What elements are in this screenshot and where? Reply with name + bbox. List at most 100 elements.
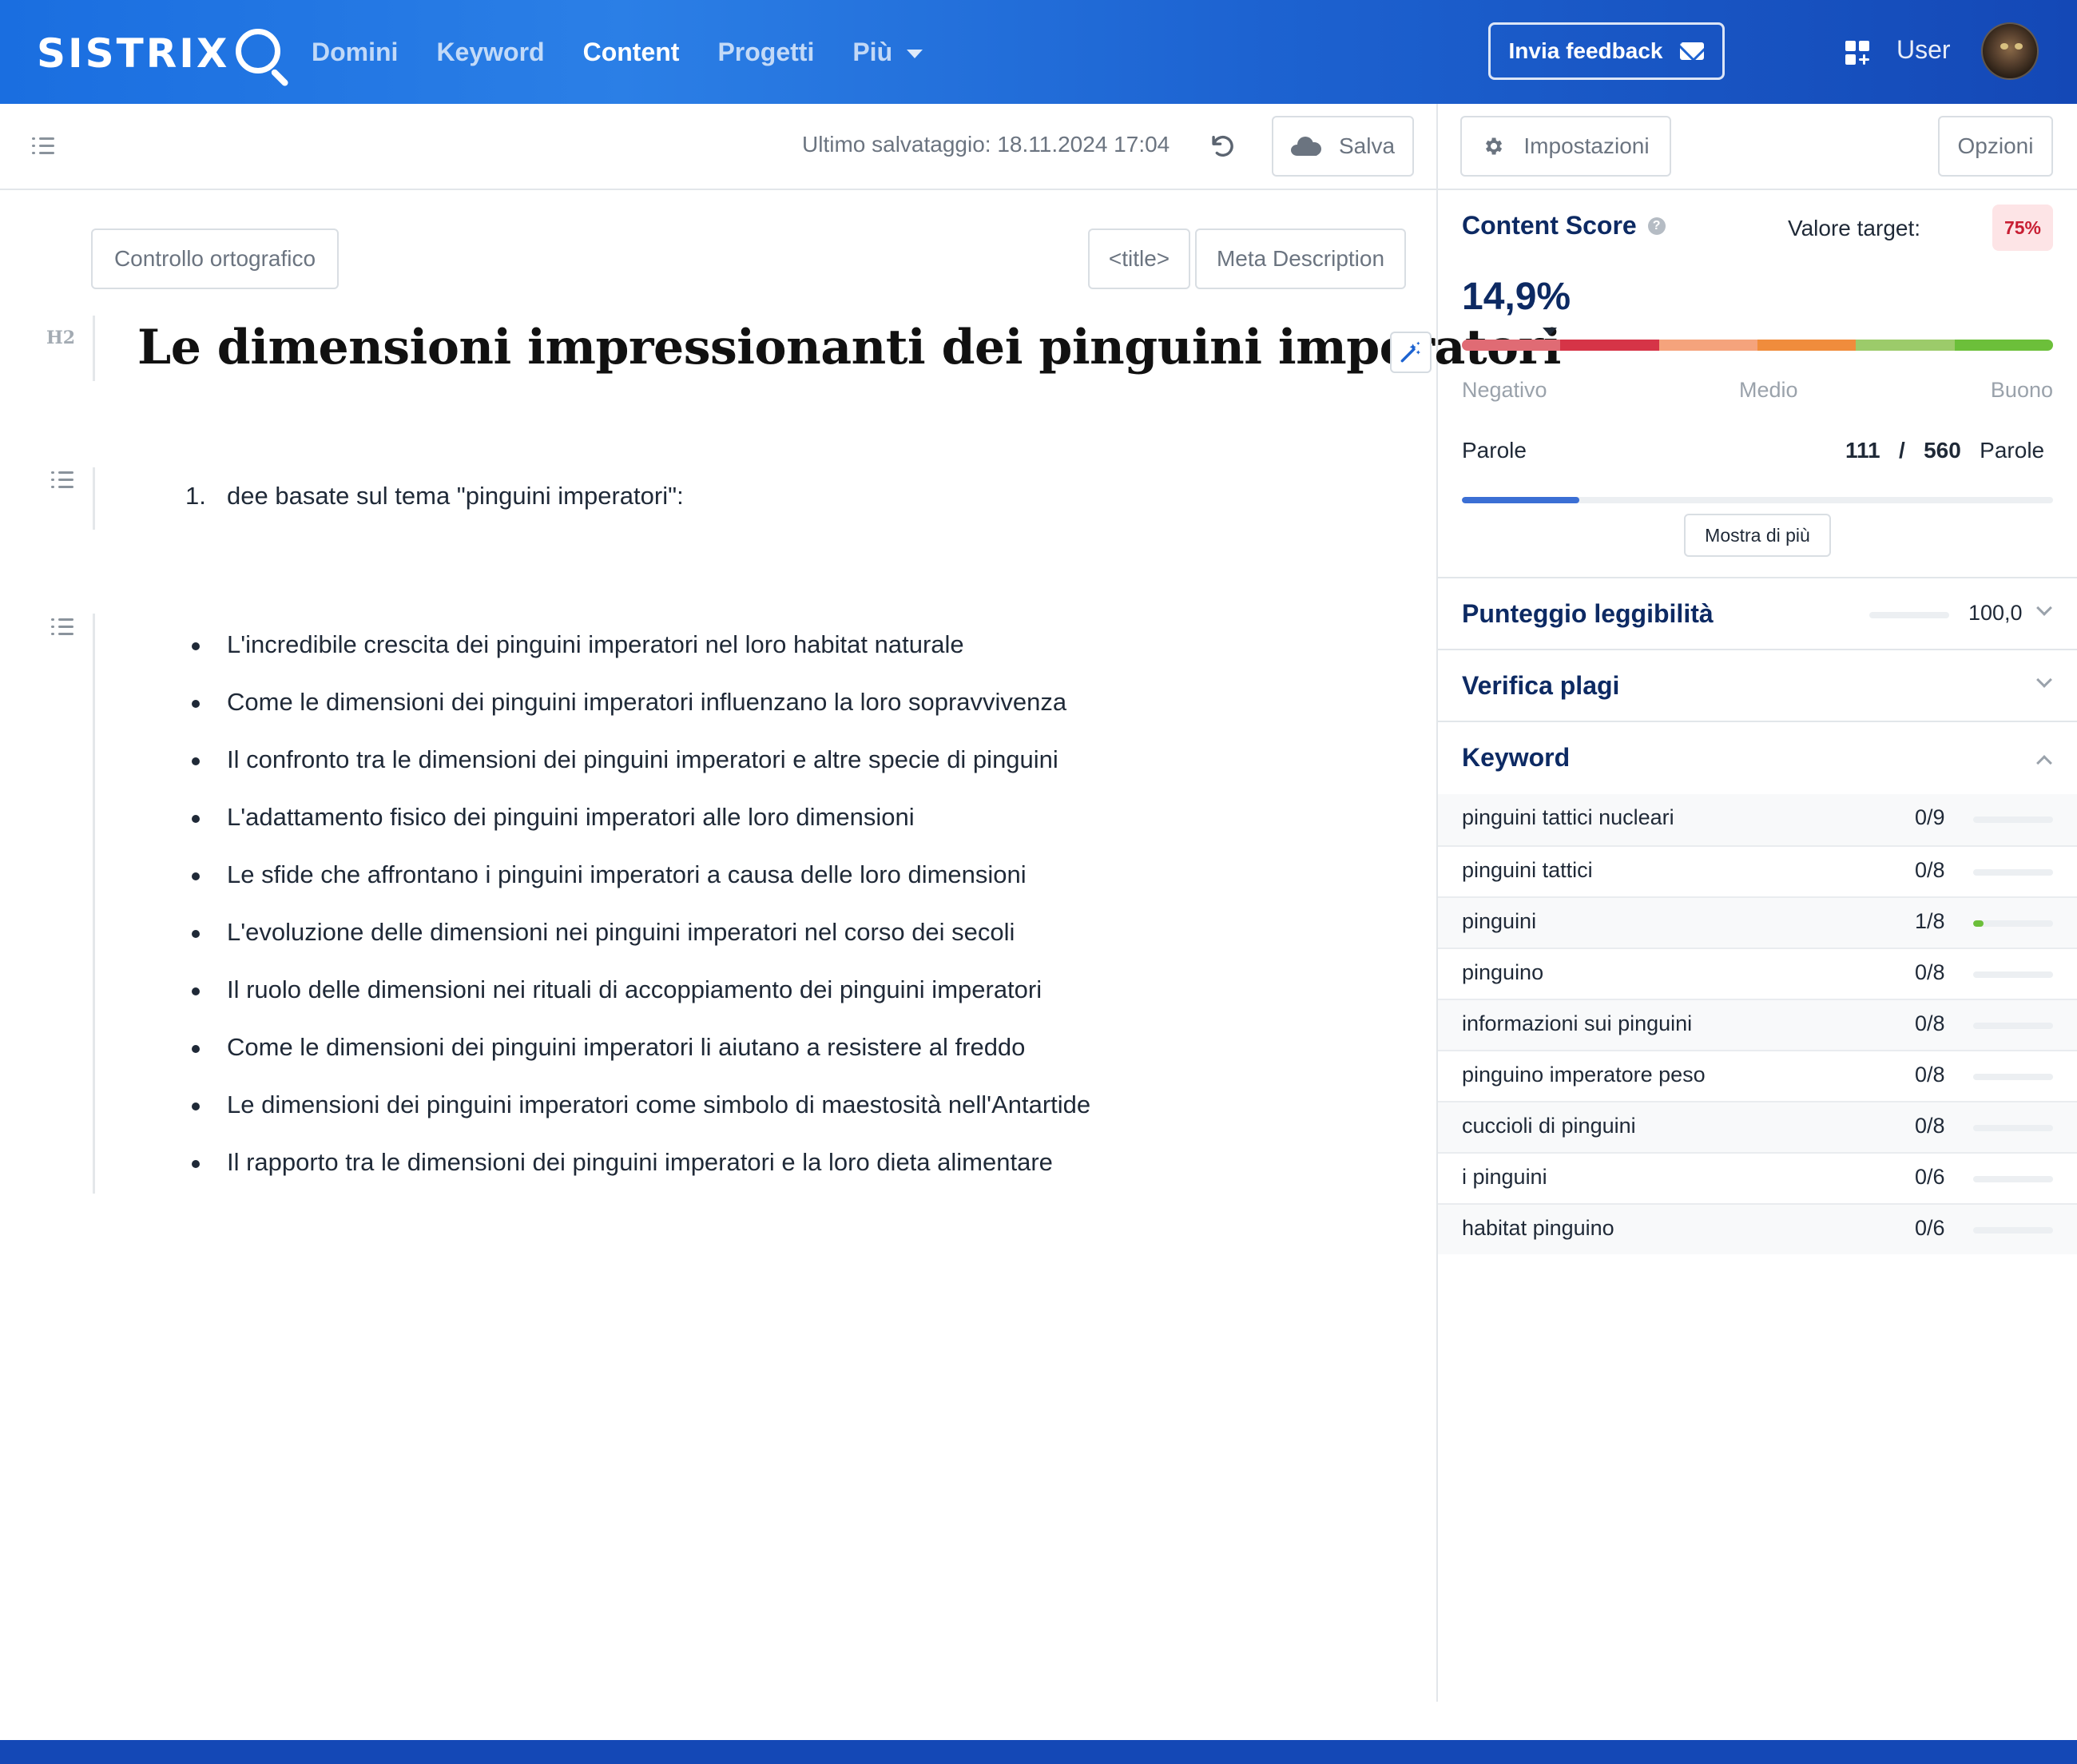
- keyword-label: pinguini tattici: [1462, 858, 1593, 882]
- heading-level-badge[interactable]: H2: [46, 328, 75, 348]
- keyword-progress: [1973, 1074, 2053, 1080]
- nav-keyword[interactable]: Keyword: [436, 38, 544, 67]
- keyword-row[interactable]: pinguini tattici nucleari 0/9: [1438, 794, 2077, 845]
- spellcheck-label: Controllo ortografico: [113, 246, 316, 271]
- keyword-count: 0/6: [1915, 1165, 1945, 1189]
- keyword-label: pinguini: [1462, 909, 1537, 933]
- word-count-current: 111: [1845, 438, 1880, 463]
- keyword-label: informazioni sui pinguini: [1462, 1011, 1693, 1035]
- last-saved-timestamp: Ultimo salvataggio: 18.11.2024 17:04: [802, 132, 1170, 157]
- logo-text: SISTRIX: [37, 30, 230, 77]
- feedback-label: Invia feedback: [1508, 38, 1663, 63]
- word-count-target: 560: [1924, 438, 1961, 463]
- keyword-count: 0/8: [1915, 960, 1945, 984]
- keyword-label: pinguino imperatore peso: [1462, 1063, 1706, 1087]
- list-item[interactable]: L'incredibile crescita dei pinguini impe…: [184, 627, 1090, 685]
- nav-more-label: Più: [852, 37, 893, 66]
- save-label: Salva: [1338, 133, 1396, 158]
- show-more-label: Mostra di più: [1705, 524, 1810, 546]
- readability-title: Punteggio leggibilità: [1462, 599, 1714, 628]
- nav-progetti[interactable]: Progetti: [717, 38, 814, 67]
- keyword-row[interactable]: pinguino imperatore peso 0/8: [1438, 1050, 2077, 1101]
- keyword-row[interactable]: informazioni sui pinguini 0/8: [1438, 999, 2077, 1050]
- bullet-list: L'incredibile crescita dei pinguini impe…: [184, 627, 1090, 1202]
- keyword-row[interactable]: cuccioli di pinguini 0/8: [1438, 1101, 2077, 1152]
- spellcheck-button[interactable]: Controllo ortografico: [91, 228, 339, 289]
- list-item[interactable]: Il confronto tra le dimensioni dei pingu…: [184, 742, 1090, 800]
- ai-assist-button[interactable]: [1390, 332, 1432, 373]
- keyword-label: cuccioli di pinguini: [1462, 1114, 1636, 1138]
- sistrix-logo[interactable]: SISTRIX: [37, 22, 290, 88]
- options-label: Opzioni: [1957, 133, 2034, 158]
- bottom-bar: [0, 1740, 2077, 1764]
- settings-button[interactable]: Impostazioni: [1460, 116, 1671, 177]
- score-scale-bar: [1462, 340, 2053, 351]
- keyword-row[interactable]: habitat pinguino 0/6: [1438, 1203, 2077, 1254]
- outline-list-icon[interactable]: [32, 137, 56, 157]
- keyword-count: 0/8: [1915, 1114, 1945, 1138]
- list-item[interactable]: Il rapporto tra le dimensioni dei pingui…: [184, 1145, 1090, 1202]
- keyword-progress-fill: [1973, 920, 1984, 927]
- readability-bar: [1869, 612, 1949, 618]
- readability-value: 100,0: [1968, 601, 2023, 625]
- keyword-section[interactable]: Keyword: [1438, 721, 2077, 793]
- content-heading[interactable]: Le dimensioni impressionanti dei pinguin…: [137, 320, 1561, 375]
- list-item[interactable]: L'adattamento fisico dei pinguini impera…: [184, 800, 1090, 857]
- send-feedback-button[interactable]: Invia feedback: [1488, 22, 1725, 80]
- list-item[interactable]: Le sfide che affrontano i pinguini imper…: [184, 857, 1090, 915]
- user-avatar[interactable]: [1981, 22, 2039, 80]
- keyword-row[interactable]: pinguini 1/8: [1438, 896, 2077, 948]
- list-item[interactable]: L'evoluzione delle dimensioni nei pingui…: [184, 915, 1090, 972]
- keyword-row[interactable]: pinguini tattici 0/8: [1438, 845, 2077, 896]
- content-score-title: Content Score ?: [1462, 211, 1666, 240]
- nav-more[interactable]: Più: [852, 38, 923, 67]
- caret-down-icon: [907, 49, 923, 58]
- bullet-list-block-icon[interactable]: [51, 618, 75, 638]
- heading-block-line: [93, 316, 95, 381]
- list-item[interactable]: Il ruolo delle dimensioni nei rituali di…: [184, 972, 1090, 1030]
- ordered-list-item[interactable]: 1. dee basate sul tema "pinguini imperat…: [185, 482, 684, 511]
- plagiarism-section[interactable]: Verifica plagi: [1438, 649, 2077, 721]
- keyword-progress: [1973, 1176, 2053, 1182]
- keyword-label: pinguini tattici nucleari: [1462, 805, 1674, 829]
- settings-label: Impostazioni: [1523, 133, 1650, 158]
- list-item[interactable]: Come le dimensioni dei pinguini imperato…: [184, 685, 1090, 742]
- meta-description-button[interactable]: Meta Description: [1195, 228, 1406, 289]
- plagiarism-title: Verifica plagi: [1462, 671, 1620, 700]
- title-tag-label: <title>: [1108, 246, 1170, 271]
- editor-toolbar: Ultimo salvataggio: 18.11.2024 17:04 Sal…: [0, 104, 2077, 190]
- options-button[interactable]: Opzioni: [1938, 116, 2053, 177]
- word-count-label: Parole: [1462, 438, 1527, 463]
- apps-grid-icon[interactable]: [1845, 41, 1871, 66]
- list-item[interactable]: Le dimensioni dei pinguini imperatori co…: [184, 1087, 1090, 1145]
- help-icon[interactable]: ?: [1647, 217, 1666, 235]
- keyword-row[interactable]: pinguino 0/8: [1438, 948, 2077, 999]
- undo-icon[interactable]: [1208, 133, 1235, 160]
- toolbar-divider: [1436, 104, 1438, 190]
- keyword-title: Keyword: [1462, 743, 1571, 772]
- meta-description-label: Meta Description: [1216, 246, 1385, 271]
- nav-domini[interactable]: Domini: [312, 38, 398, 67]
- ordered-list-block-line: [93, 467, 95, 530]
- magic-wand-icon: [1400, 341, 1420, 363]
- magnifier-logo-icon: [234, 22, 290, 88]
- ordered-list-block-icon[interactable]: [51, 471, 75, 491]
- score-marker-icon: [1543, 328, 1558, 336]
- keyword-count: 0/8: [1915, 858, 1945, 882]
- keyword-count: 0/6: [1915, 1216, 1945, 1240]
- word-count-value: 111 / 560 Parole: [1845, 438, 2044, 463]
- target-value-badge: 75%: [1992, 205, 2053, 251]
- keyword-row[interactable]: i pinguini 0/6: [1438, 1152, 2077, 1203]
- scale-good: Buono: [1990, 378, 2053, 402]
- keyword-count: 1/8: [1915, 909, 1945, 933]
- show-more-button[interactable]: Mostra di più: [1684, 514, 1831, 557]
- top-navigation: SISTRIX Domini Keyword Content Progetti …: [0, 0, 2077, 104]
- list-item-text: dee basate sul tema "pinguini imperatori…: [227, 482, 684, 510]
- user-menu-label[interactable]: User: [1896, 35, 1951, 65]
- list-item[interactable]: Come le dimensioni dei pinguini imperato…: [184, 1030, 1090, 1087]
- score-scale-segment: [1856, 340, 1955, 351]
- nav-content[interactable]: Content: [583, 38, 680, 67]
- save-button[interactable]: Salva: [1272, 116, 1414, 177]
- keyword-label: i pinguini: [1462, 1165, 1547, 1189]
- title-tag-button[interactable]: <title>: [1088, 228, 1190, 289]
